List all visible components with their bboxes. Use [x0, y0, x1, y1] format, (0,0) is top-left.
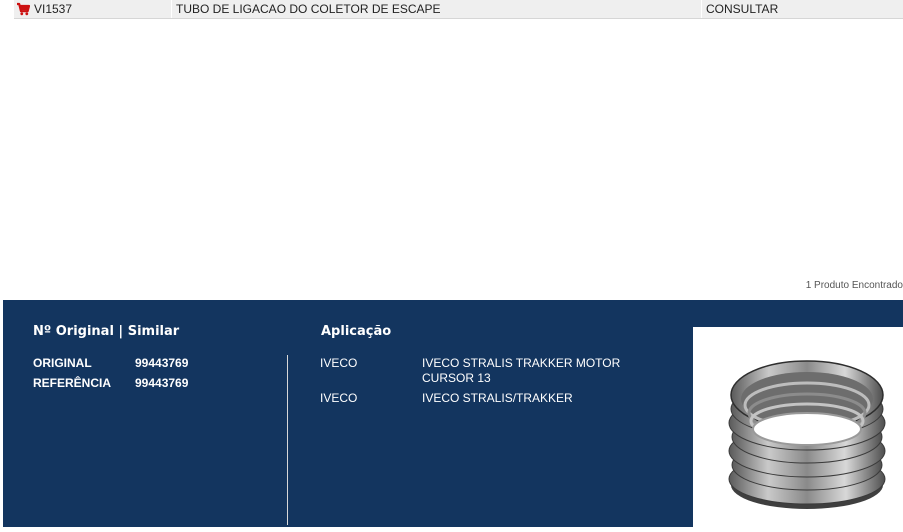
column-divider — [287, 355, 288, 525]
shopping-cart-icon[interactable] — [16, 2, 30, 16]
application-brand: IVECO — [320, 356, 358, 370]
original-label: ORIGINAL — [33, 356, 92, 370]
numbers-title: Nº Original | Similar — [33, 324, 180, 339]
reference-value: 99443769 — [135, 376, 189, 390]
application-model: IVECO STRALIS TRAKKER MOTOR CURSOR 13 — [422, 356, 621, 385]
reference-label: REFERÊNCIA — [33, 376, 112, 390]
product-code[interactable]: VI1537 — [34, 0, 72, 18]
application-title: Aplicação — [321, 324, 392, 339]
product-price: CONSULTAR — [701, 0, 778, 18]
product-photo — [693, 327, 903, 527]
application-model: IVECO STRALIS/TRAKKER — [422, 391, 573, 405]
original-value: 99443769 — [135, 356, 189, 370]
application-brand: IVECO — [320, 391, 358, 405]
product-detail-panel: Nº Original | Similar Aplicação ORIGINAL… — [3, 300, 903, 527]
product-description[interactable]: TUBO DE LIGACAO DO COLETOR DE ESCAPE — [171, 0, 441, 18]
product-row[interactable]: VI1537 TUBO DE LIGACAO DO COLETOR DE ESC… — [14, 0, 903, 19]
bellows-tube-image — [728, 360, 886, 509]
results-count: 1 Produto Encontrado — [805, 280, 903, 291]
